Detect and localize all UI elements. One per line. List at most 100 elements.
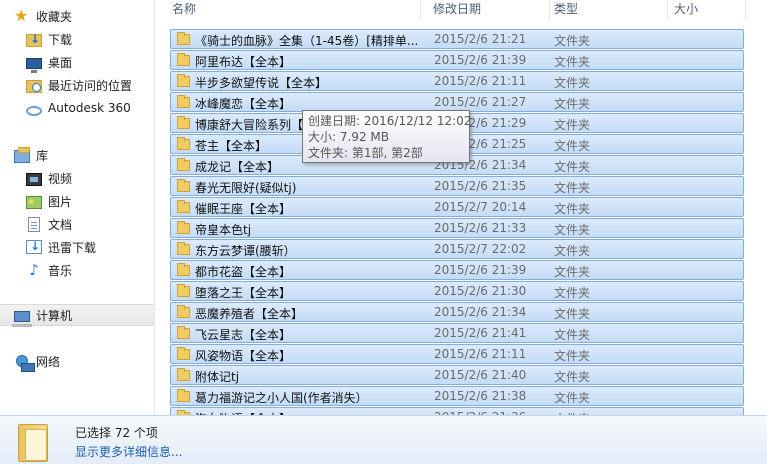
- file-row[interactable]: 风姿物语【全本】 2015/2/6 21:11 文件夹: [170, 344, 744, 364]
- file-date-modified: 2015/2/6 21:30: [434, 284, 527, 298]
- tooltip-created-date: 创建日期: 2016/12/12 12:02: [308, 114, 472, 128]
- file-date-modified: 2015/2/6 21:35: [434, 179, 527, 193]
- selection-count: 已选择 72 个项: [75, 426, 158, 440]
- nav-item-label: 图片: [48, 194, 73, 209]
- file-row[interactable]: 东方云梦谭(腰斩） 2015/2/7 22:02 文件夹: [170, 239, 744, 259]
- file-type: 文件夹: [554, 160, 591, 174]
- details-pane: 已选择 72 个项 显示更多详细信息...: [0, 415, 767, 464]
- file-type: 文件夹: [554, 223, 591, 237]
- nav-item-label: 最近访问的位置: [48, 78, 133, 93]
- file-name: 飞云星志【全本】: [195, 328, 292, 342]
- nav-libraries[interactable]: 库: [14, 144, 168, 166]
- file-type: 文件夹: [554, 286, 591, 300]
- file-type: 文件夹: [554, 265, 591, 279]
- nav-item-label: 音乐: [48, 263, 73, 278]
- folder-icon: [177, 158, 190, 171]
- folder-icon: [177, 74, 190, 87]
- file-type: 文件夹: [554, 202, 591, 216]
- file-name: 堕落之王【全本】: [195, 286, 292, 300]
- folder-icon: [177, 53, 190, 66]
- file-type: 文件夹: [554, 244, 591, 258]
- file-type: 文件夹: [554, 181, 591, 195]
- recent-places-icon: [26, 79, 42, 93]
- file-row[interactable]: 都市花盗【全本】 2015/2/6 21:39 文件夹: [170, 260, 744, 280]
- folder-icon: [177, 347, 190, 360]
- folder-icon: [177, 305, 190, 318]
- folder-icon: [177, 242, 190, 255]
- music-icon: ♪: [29, 261, 39, 279]
- tooltip-size: 大小: 7.92 MB: [308, 130, 389, 144]
- file-date-modified: 2015/2/6 21:39: [434, 263, 527, 277]
- file-row[interactable]: 恶魔养殖者【全本】 2015/2/6 21:34 文件夹: [170, 302, 744, 322]
- file-type: 文件夹: [554, 349, 591, 363]
- column-header-size[interactable]: 大小: [668, 0, 746, 20]
- file-date-modified: 2015/2/7 20:14: [434, 200, 527, 214]
- picture-icon: [26, 195, 42, 209]
- nav-item-label: Autodesk 360: [48, 101, 131, 115]
- file-name: 催眠王座【全本】: [195, 202, 292, 216]
- file-row[interactable]: 堕落之王【全本】 2015/2/6 21:30 文件夹: [170, 281, 744, 301]
- file-type: 文件夹: [554, 139, 591, 153]
- file-row[interactable]: 阿里布达【全本】 2015/2/6 21:39 文件夹: [170, 50, 744, 70]
- download-folder-icon: [26, 32, 42, 47]
- nav-item-label: 视频: [48, 171, 73, 186]
- file-date-modified: 2015/2/7 22:02: [434, 242, 527, 256]
- file-date-modified: 2015/2/6 21:34: [434, 305, 527, 319]
- file-row[interactable]: 飞云星志【全本】 2015/2/6 21:41 文件夹: [170, 323, 744, 343]
- folder-icon: [177, 221, 190, 234]
- file-date-modified: 2015/2/6 21:11: [434, 347, 527, 361]
- computer-icon: [12, 310, 32, 327]
- folder-icon: [177, 368, 190, 381]
- file-type: 文件夹: [554, 391, 591, 405]
- column-header-date-modified[interactable]: 修改日期: [427, 0, 550, 20]
- nav-item-label: 迅雷下载: [48, 240, 97, 255]
- folder-info-tooltip: 创建日期: 2016/12/12 12:02 大小: 7.92 MB 文件夹: …: [302, 110, 472, 163]
- file-type: 文件夹: [554, 370, 591, 384]
- file-row[interactable]: 春光无限好(疑似tj) 2015/2/6 21:35 文件夹: [170, 176, 744, 196]
- file-list: 名称 修改日期 类型 大小 《骑士的血脉》全集（1-45卷）[精排单... 201…: [156, 0, 767, 415]
- file-row[interactable]: 《骑士的血脉》全集（1-45卷）[精排单... 2015/2/6 21:21 文件夹: [170, 29, 744, 49]
- folder-icon: [177, 137, 190, 150]
- nav-item-label: 下载: [48, 32, 73, 47]
- file-date-modified: 2015/2/6 21:40: [434, 368, 527, 382]
- file-date-modified: 2015/2/6 21:33: [434, 221, 527, 235]
- nav-network[interactable]: 网络: [14, 350, 168, 372]
- file-date-modified: 2015/2/6 21:11: [434, 74, 527, 88]
- document-icon: [28, 216, 40, 232]
- nav-network-label: 网络: [36, 354, 61, 369]
- file-row[interactable]: 催眠王座【全本】 2015/2/7 20:14 文件夹: [170, 197, 744, 217]
- show-more-details-link[interactable]: 显示更多详细信息...: [75, 443, 182, 460]
- file-type: 文件夹: [554, 34, 591, 48]
- column-header-name[interactable]: 名称: [166, 0, 421, 20]
- nav-favorites-label: 收藏夹: [36, 9, 73, 24]
- file-type: 文件夹: [554, 307, 591, 321]
- file-row[interactable]: 帝皇本色tj 2015/2/6 21:33 文件夹: [170, 218, 744, 238]
- desktop-icon: [26, 57, 42, 73]
- thunder-download-icon: [26, 239, 42, 254]
- folder-icon: [177, 32, 190, 45]
- nav-item-label: 桌面: [48, 55, 73, 70]
- file-row[interactable]: 泡女物语【全本】2015/2/6 21:36文件夹: [170, 407, 744, 415]
- file-row[interactable]: 附体记tj 2015/2/6 21:40 文件夹: [170, 365, 744, 385]
- folder-icon: [177, 284, 190, 297]
- file-date-modified: 2015/2/6 21:39: [434, 53, 527, 67]
- folder-icon: [177, 116, 190, 129]
- file-name: 半步多欲望传说【全本】: [195, 76, 328, 90]
- file-date-modified: 2015/2/6 21:21: [434, 32, 527, 46]
- file-row[interactable]: 葛力福游记之小人国(作者消失） 2015/2/6 21:38 文件夹: [170, 386, 744, 406]
- file-date-modified: 2015/2/6 21:41: [434, 326, 527, 340]
- cloud-icon: [26, 106, 42, 116]
- nav-libraries-label: 库: [36, 148, 49, 163]
- nav-computer[interactable]: 计算机: [0, 304, 154, 327]
- nav-favorites[interactable]: ★ 收藏夹: [14, 5, 168, 27]
- file-row[interactable]: 冰峰魔恋【全本】 2015/2/6 21:27 文件夹: [170, 92, 744, 112]
- column-header-type[interactable]: 类型: [548, 0, 668, 20]
- network-icon: [16, 355, 35, 372]
- file-name: 东方云梦谭(腰斩）: [195, 244, 296, 258]
- file-name: 春光无限好(疑似tj): [195, 181, 297, 195]
- file-row[interactable]: 半步多欲望传说【全本】 2015/2/6 21:11 文件夹: [170, 71, 744, 91]
- nav-item-label: 文档: [48, 217, 73, 232]
- nav-computer-label: 计算机: [36, 308, 73, 323]
- file-name: 《骑士的血脉》全集（1-45卷）[精排单...: [195, 34, 419, 48]
- star-icon: ★: [14, 6, 29, 25]
